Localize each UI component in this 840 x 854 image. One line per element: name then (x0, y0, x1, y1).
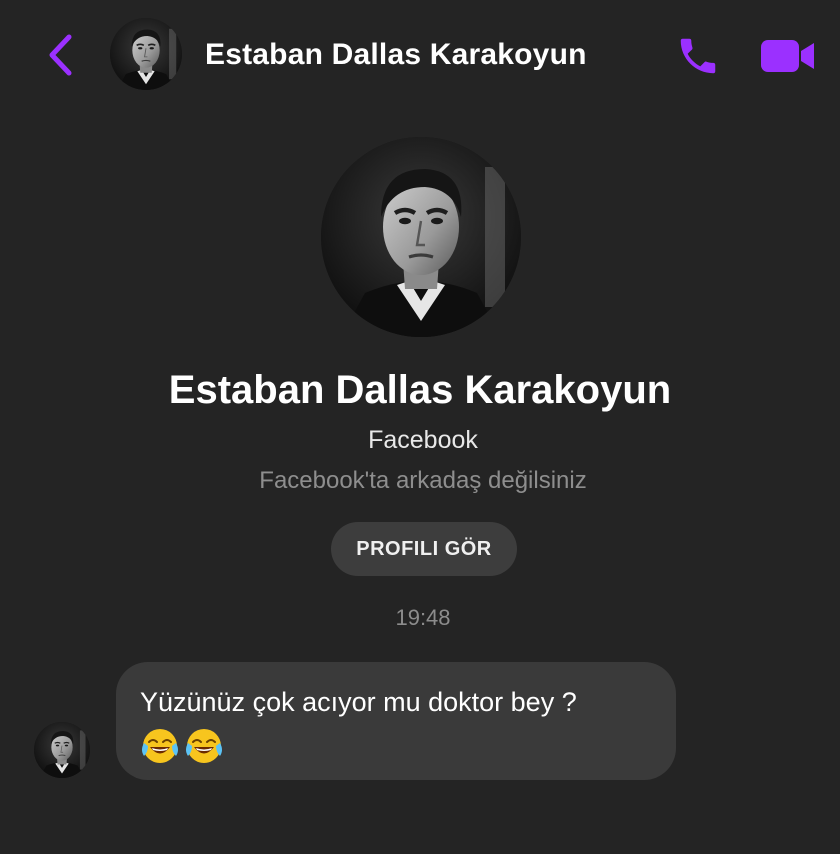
message-text: Yüzünüz çok acıyor mu doktor bey ? (140, 687, 577, 717)
profile-image (321, 137, 521, 337)
sender-avatar[interactable] (34, 722, 90, 778)
friend-status-note: Facebook'ta arkadaş değilsiniz (259, 467, 587, 494)
video-call-button[interactable] (758, 34, 818, 78)
profile-photo (321, 137, 521, 337)
header-avatar[interactable] (110, 18, 182, 90)
phone-icon (680, 38, 716, 74)
profile-name: Estaban Dallas Karakoyun (168, 368, 672, 412)
message-timestamp: 19:48 (395, 605, 451, 630)
face-with-tears-of-joy-icon (184, 726, 224, 766)
view-profile-button[interactable]: PROFILI GÖR (331, 522, 517, 576)
sender-avatar-image (34, 722, 90, 778)
message-bubble[interactable]: Yüzünüz çok acıyor mu doktor bey ? (116, 662, 676, 780)
chevron-left-icon (49, 34, 72, 76)
profile-source: Facebook (368, 426, 478, 454)
video-camera-icon (761, 40, 814, 72)
voice-call-button[interactable] (672, 30, 724, 82)
header-contact-name[interactable]: Estaban Dallas Karakoyun (205, 38, 587, 72)
avatar-image (110, 18, 182, 90)
emoji-row (140, 726, 652, 766)
back-button[interactable] (40, 30, 80, 80)
face-with-tears-of-joy-icon (140, 726, 180, 766)
chat-header: Estaban Dallas Karakoyun (0, 0, 840, 110)
